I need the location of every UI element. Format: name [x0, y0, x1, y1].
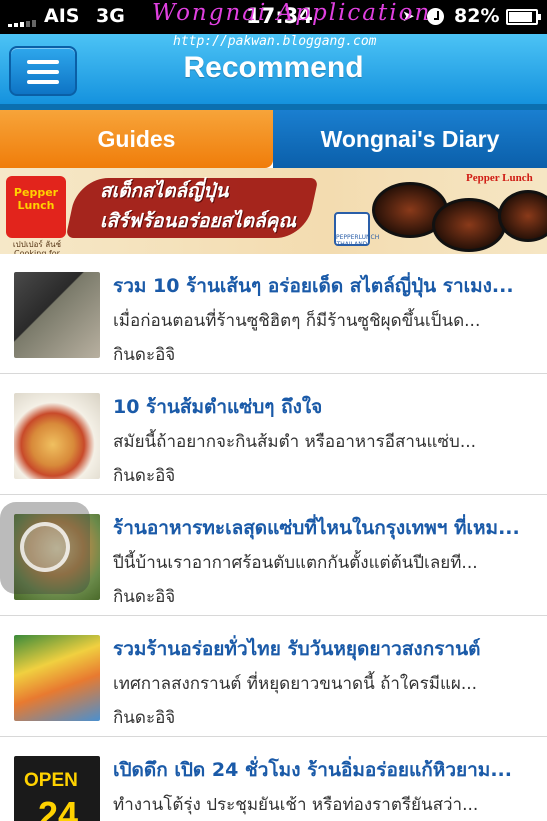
banner-headline-line1: สเต็กสไตล์ญี่ปุ่น: [100, 180, 229, 202]
tab-bar: Wongnai's Diary Guides: [0, 106, 547, 168]
signal-strength-icon: [8, 17, 36, 27]
tab-guides[interactable]: Guides: [0, 110, 273, 168]
assistive-touch-icon: [20, 522, 70, 572]
list-item[interactable]: รวมร้านอร่อยทั่วไทย รับวันหยุดยาวสงกรานต…: [0, 617, 547, 737]
sizzling-plate-image: [498, 190, 547, 242]
banner-headline-line2: เสิร์ฟร้อนอร่อยสไตล์คุณ: [100, 210, 296, 232]
list-item[interactable]: 10 ร้านส้มตำแซ่บๆ ถึงใจ สมัยนี้ถ้าอยากจะ…: [0, 375, 547, 495]
pepperlunch-thailand-badge: PEPPERLUNCH THAILAND: [334, 212, 379, 248]
carrier-name: AIS: [44, 5, 80, 27]
list-item-title: 10 ร้านส้มตำแซ่บๆ ถึงใจ: [113, 396, 323, 418]
list-item-thumbnail: [14, 393, 100, 479]
list-item-description: ทำงานโต้รุ่ง ประชุมยันเช้า หรือท่องราตรี…: [113, 795, 479, 815]
list-item-description: ปีนี้บ้านเราอากาศร้อนตับแตกกันตั้งแต่ต้น…: [113, 553, 478, 573]
list-item-description: สมัยนี้ถ้าอยากจะกินส้มตำ หรืออาหารอีสานแ…: [113, 432, 477, 452]
list-item-description: เทศกาลสงกรานต์ ที่หยุดยาวขนาดนี้ ถ้าใครม…: [113, 674, 478, 694]
assistive-touch-button[interactable]: [0, 502, 90, 594]
list-item-title: เปิดดึก เปิด 24 ชั่วโมง ร้านอิ่มอร่อยแก้…: [113, 759, 512, 781]
sizzling-plate-image: [432, 198, 506, 252]
list-item-thumbnail: OPEN 24: [14, 756, 100, 821]
list-item-author: กินดะอิจิ: [113, 587, 176, 607]
watermark-url: http://pakwan.bloggang.com: [173, 34, 377, 49]
thumbnail-open-text: OPEN: [24, 770, 78, 791]
banner-brand-name: Pepper Lunch: [466, 172, 533, 184]
list-item[interactable]: OPEN 24 เปิดดึก เปิด 24 ชั่วโมง ร้านอิ่ม…: [0, 738, 547, 821]
banner-headline: สเต็กสไตล์ญี่ปุ่น เสิร์ฟร้อนอร่อยสไตล์คุ…: [100, 176, 330, 236]
page-title: Recommend: [183, 51, 364, 84]
list-item-title: ร้านอาหารทะเลสุดแซ่บที่ไหนในกรุงเทพฯ ที่…: [113, 517, 520, 539]
list-item-thumbnail: [14, 272, 100, 358]
list-item[interactable]: รวม 10 ร้านเส้นๆ อร่อยเด็ด สไตล์ญี่ปุ่น …: [0, 254, 547, 374]
battery-percentage: 82%: [454, 5, 500, 27]
promo-banner[interactable]: Pepper Lunch เปปเปอร์ ลันช์ Cooking for …: [0, 168, 547, 254]
list-item-thumbnail: [14, 635, 100, 721]
network-type: 3G: [96, 5, 125, 27]
list-item-author: กินดะอิจิ: [113, 466, 176, 486]
watermark-title: Wongnai Application: [152, 0, 432, 26]
thumbnail-24-text: 24: [38, 794, 79, 821]
list-item-title: รวม 10 ร้านเส้นๆ อร่อยเด็ด สไตล์ญี่ปุ่น …: [113, 275, 514, 297]
tab-wongnais-diary[interactable]: Wongnai's Diary: [273, 110, 547, 168]
list-item-author: กินดะอิจิ: [113, 345, 176, 365]
battery-icon: [506, 9, 541, 25]
list-item-author: กินดะอิจิ: [113, 708, 176, 728]
list-item-title: รวมร้านอร่อยทั่วไทย รับวันหยุดยาวสงกรานต…: [113, 638, 481, 660]
list-item-description: เมื่อก่อนตอนที่ร้านซูชิฮิตๆ ก็มีร้านซูชิ…: [113, 311, 481, 331]
pepper-lunch-logo: Pepper Lunch: [6, 176, 66, 238]
banner-logo-subtext: เปปเปอร์ ลันช์ Cooking for FUN: [12, 240, 62, 254]
